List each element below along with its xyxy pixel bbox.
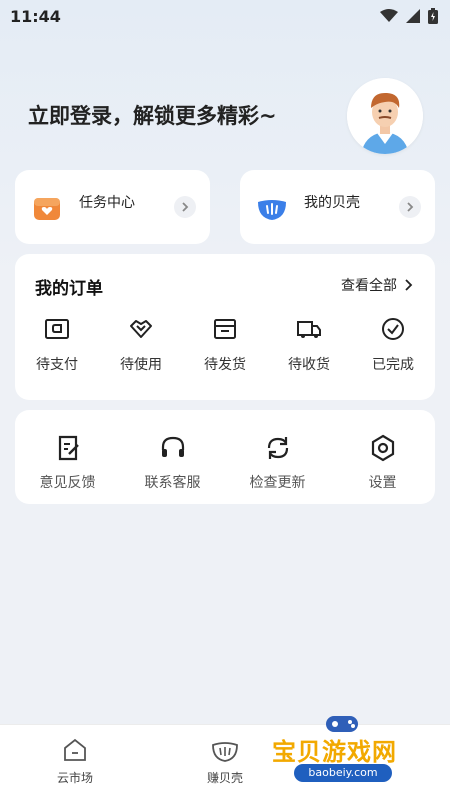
- package-icon: [214, 319, 236, 339]
- login-prompt[interactable]: 立即登录，解锁更多精彩~: [28, 100, 277, 130]
- nav-cloud-market-label: 云市场: [56, 771, 93, 785]
- wifi-icon: [380, 9, 398, 22]
- orders-card: 我的订单 查看全部 待支付 待使用 待发货 待收货 已完成: [15, 254, 435, 400]
- shell-outline-icon: [212, 742, 238, 762]
- home-icon: [64, 738, 86, 761]
- order-pending-payment[interactable]: 待支付: [15, 316, 99, 376]
- profile-header: 立即登录，解锁更多精彩~: [28, 78, 428, 154]
- order-pending-receipt[interactable]: 待收货: [267, 316, 351, 376]
- settings-button[interactable]: 设置: [330, 434, 435, 494]
- nav-earn-shells-label: 赚贝壳: [206, 771, 243, 785]
- watermark-url: baobeiy.com: [294, 764, 392, 782]
- settings-hex-icon: [371, 434, 394, 462]
- refresh-icon: [267, 437, 288, 459]
- my-shells-label: 我的贝壳: [304, 195, 360, 211]
- battery-icon: [428, 8, 438, 24]
- handshake-icon: [130, 320, 152, 338]
- tools-row: 意见反馈 联系客服 检查更新 设置: [15, 434, 435, 494]
- watermark-title: 宝贝游戏网: [272, 738, 397, 766]
- order-completed-label: 已完成: [372, 357, 414, 373]
- view-all-orders-link[interactable]: 查看全部: [341, 275, 413, 295]
- order-pending-use-label: 待使用: [120, 357, 162, 373]
- order-pending-payment-label: 待支付: [36, 357, 78, 373]
- check-update-button[interactable]: 检查更新: [225, 434, 330, 494]
- order-pending-receipt-label: 待收货: [288, 357, 330, 373]
- gift-box-icon: [34, 198, 60, 220]
- nav-cloud-market[interactable]: 云市场: [35, 737, 115, 786]
- task-center-label: 任务中心: [79, 195, 135, 211]
- order-status-row: 待支付 待使用 待发货 待收货 已完成: [15, 316, 435, 376]
- shell-icon: [258, 200, 286, 220]
- check-circle-icon: [382, 318, 404, 340]
- tools-card: 意见反馈 联系客服 检查更新 设置: [15, 410, 435, 504]
- chevron-right-icon: [174, 196, 196, 218]
- check-update-label: 检查更新: [249, 475, 306, 491]
- nav-earn-shells[interactable]: 赚贝壳: [185, 737, 265, 786]
- chevron-right-icon: [405, 279, 413, 291]
- view-all-label: 查看全部: [341, 278, 397, 294]
- feedback-label: 意见反馈: [39, 475, 96, 491]
- signal-icon: [406, 9, 420, 23]
- avatar-illustration-icon: [347, 78, 423, 154]
- settings-label: 设置: [368, 475, 397, 491]
- wallet-icon: [45, 319, 69, 339]
- status-time: 11:44: [10, 6, 61, 26]
- customer-service-label: 联系客服: [144, 475, 201, 491]
- feedback-icon: [58, 435, 79, 461]
- order-pending-shipment-label: 待发货: [204, 357, 246, 373]
- customer-service-button[interactable]: 联系客服: [120, 434, 225, 494]
- order-pending-use[interactable]: 待使用: [99, 316, 183, 376]
- feedback-button[interactable]: 意见反馈: [15, 434, 120, 494]
- orders-title: 我的订单: [35, 279, 103, 299]
- truck-icon: [297, 321, 321, 338]
- headset-icon: [161, 436, 184, 457]
- status-bar: 11:44: [0, 0, 450, 32]
- order-completed[interactable]: 已完成: [351, 316, 435, 376]
- avatar[interactable]: [347, 78, 423, 154]
- my-shells-card[interactable]: 我的贝壳: [240, 170, 435, 244]
- chevron-right-icon: [399, 196, 421, 218]
- watermark-logo: 宝贝游戏网 baobeiy.com: [272, 712, 422, 796]
- task-center-card[interactable]: 任务中心: [15, 170, 210, 244]
- order-pending-shipment[interactable]: 待发货: [183, 316, 267, 376]
- status-icons: [380, 8, 438, 24]
